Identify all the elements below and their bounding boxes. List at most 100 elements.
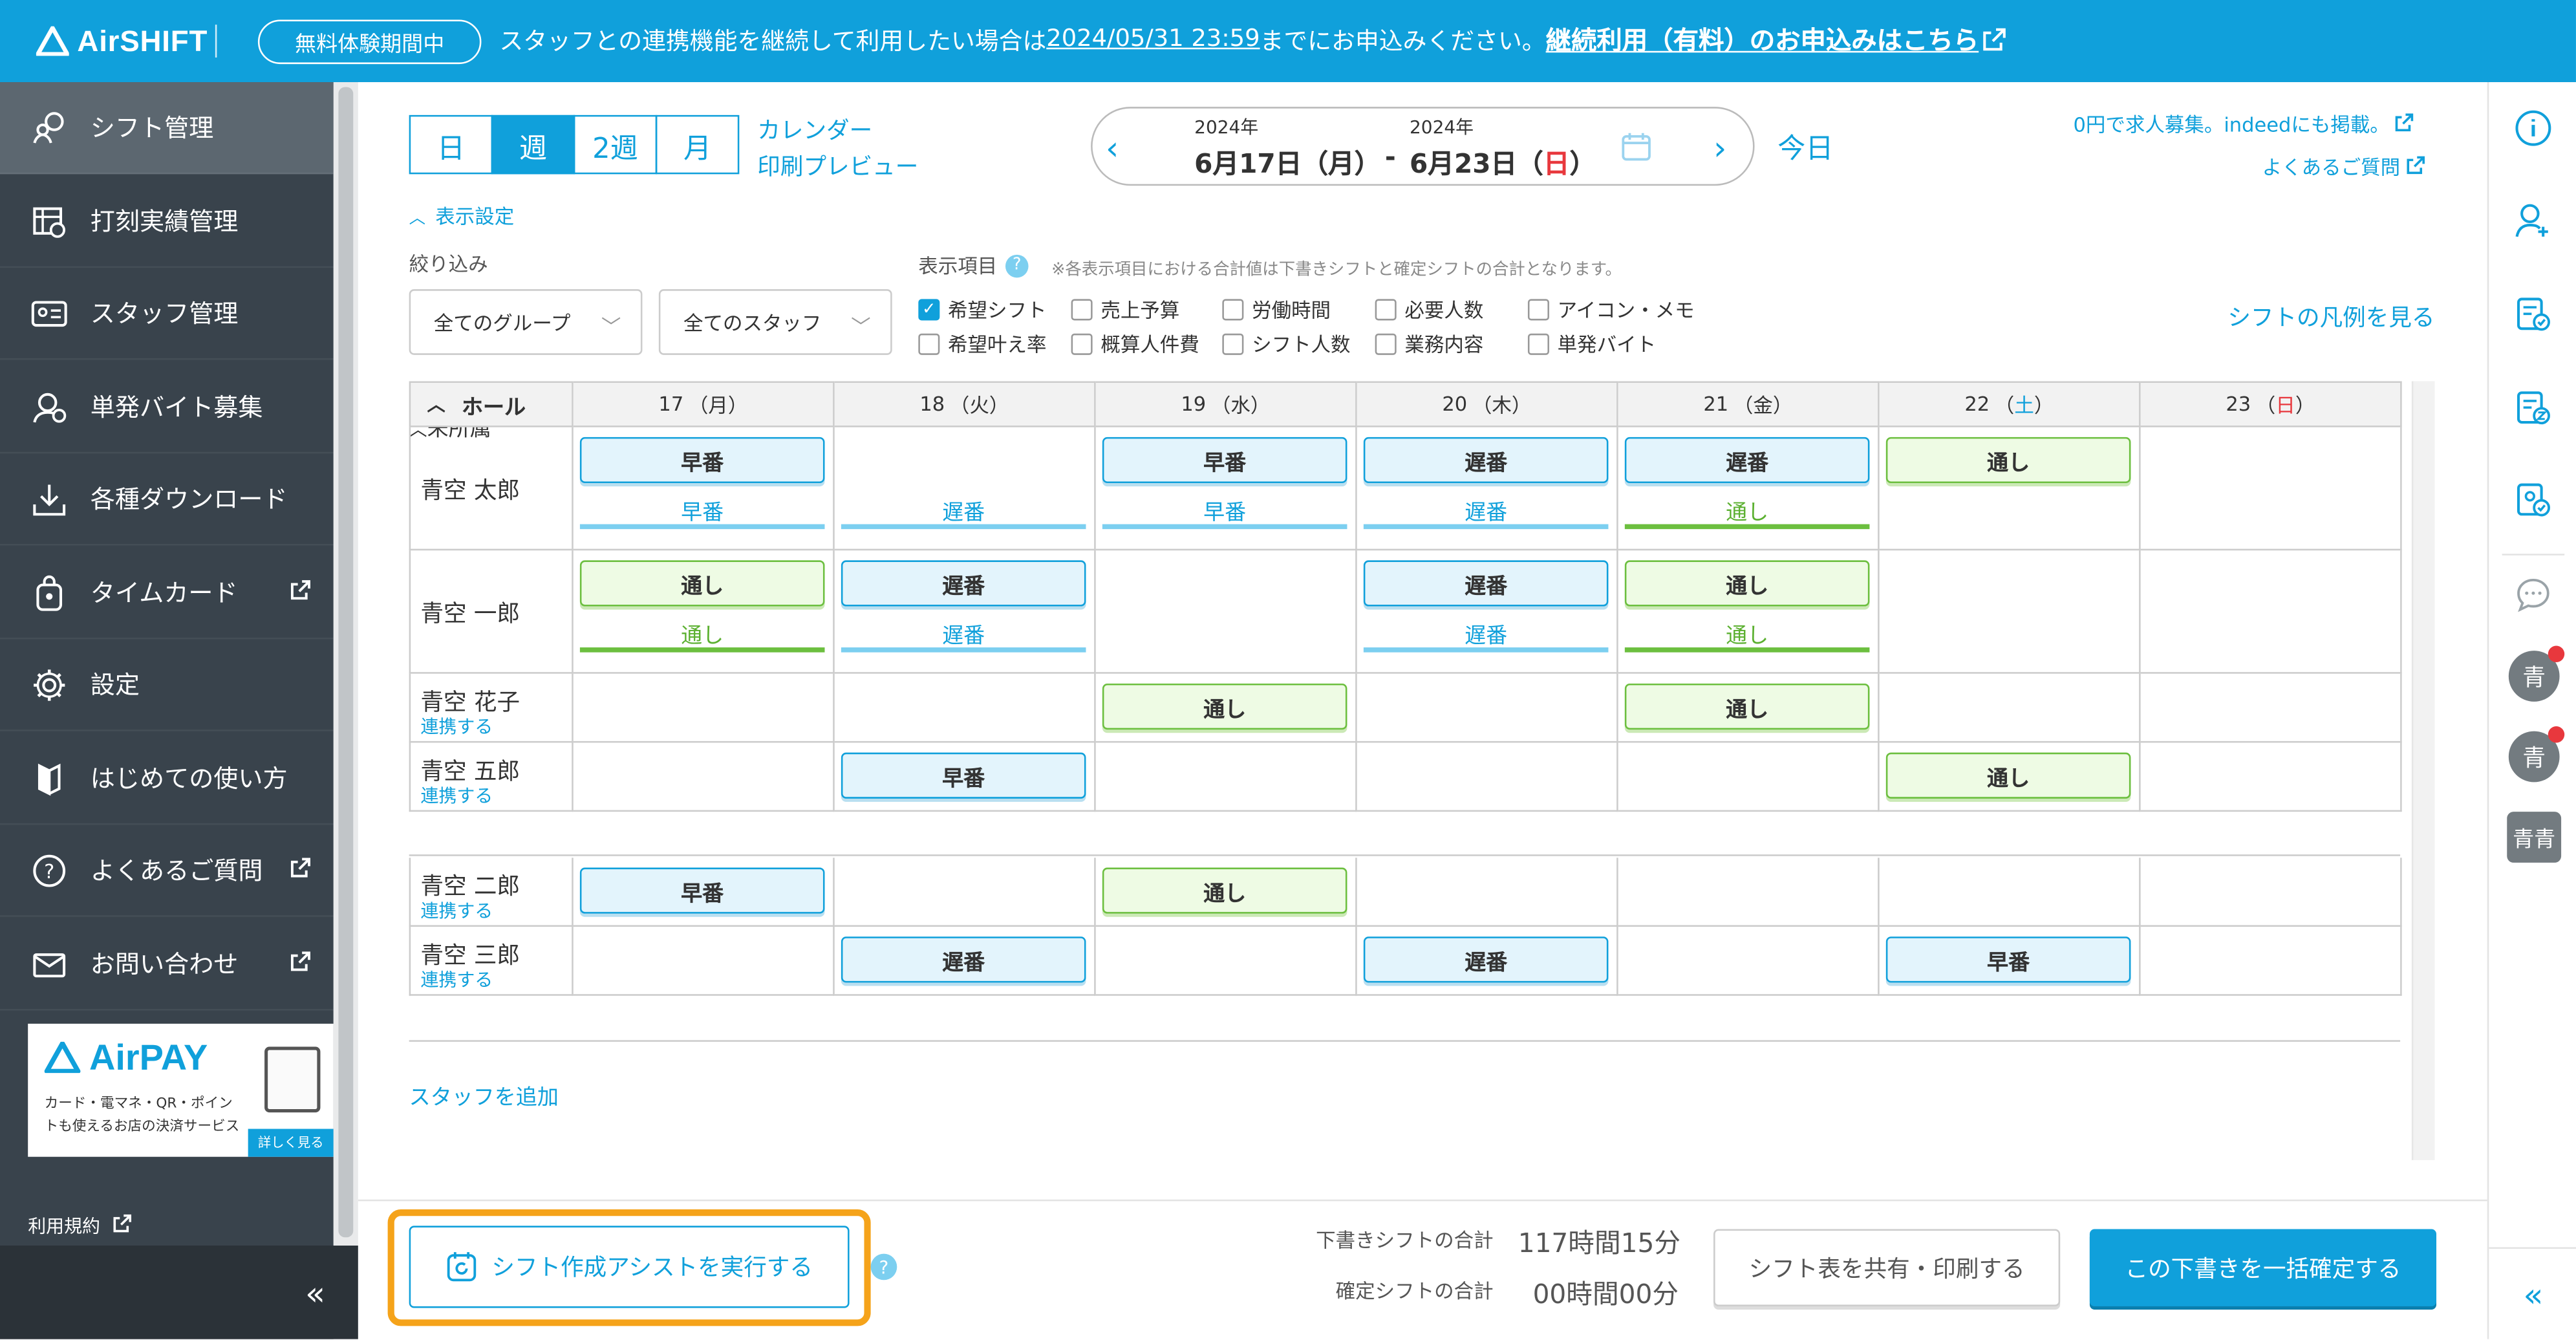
main-scrollbar[interactable] — [2411, 381, 2435, 1160]
draft-shift[interactable]: 通し — [1102, 683, 1347, 730]
checkbox-box[interactable] — [1375, 333, 1397, 355]
draft-shift[interactable]: 通し — [1624, 560, 1870, 607]
indeed-link[interactable]: 0円で求人募集。indeedにも掲載。 — [2073, 110, 2414, 138]
checkbox-box[interactable] — [1527, 299, 1549, 321]
link-staff-link[interactable]: 連携する — [420, 897, 493, 924]
display-checkbox-1[interactable]: 売上予算 — [1071, 296, 1179, 323]
draft-shift[interactable]: 早番 — [1885, 936, 2131, 983]
draft-shift[interactable]: 通し — [1885, 437, 2131, 483]
sidebar-item-recruit[interactable]: 単発バイト募集 — [0, 362, 334, 454]
shift-cell[interactable] — [1095, 742, 1357, 812]
date-range-picker[interactable]: ‹ 2024年 6月17日（月） - 2024年 6月23日（日） › — [1091, 107, 1755, 186]
display-checkbox-6[interactable]: 概算人件費 — [1071, 330, 1199, 358]
checkbox-box[interactable] — [1071, 299, 1093, 321]
draft-shift[interactable]: 遅番 — [841, 936, 1086, 983]
draft-shift[interactable]: 早番 — [841, 752, 1086, 799]
shift-cell[interactable] — [1879, 550, 2141, 674]
help-icon[interactable]: ? — [1005, 254, 1029, 277]
next-week-icon[interactable]: › — [1713, 128, 1726, 168]
sidebar-scrollbar-thumb[interactable] — [338, 87, 354, 1238]
sidebar-item-timesheet[interactable]: 打刻実績管理 — [0, 176, 334, 268]
calendar-link[interactable]: カレンダー — [757, 113, 872, 146]
sidebar-collapse-button[interactable]: « — [0, 1245, 358, 1339]
confirm-all-button[interactable]: この下書きを一括確定する — [2089, 1229, 2437, 1306]
shift-cell[interactable] — [2140, 742, 2402, 812]
help-icon[interactable]: ? — [870, 1253, 897, 1281]
sidebar-item-staff[interactable]: スタッフ管理 — [0, 268, 334, 360]
section-header-hall[interactable]: ︿ ホール — [409, 381, 574, 427]
info-icon[interactable] — [2510, 105, 2556, 151]
draft-shift[interactable]: 早番 — [579, 867, 825, 914]
checkbox-box[interactable]: ✓ — [918, 299, 940, 321]
shift-cell[interactable] — [2140, 427, 2402, 551]
view-2week-button[interactable]: 2週 — [573, 114, 658, 175]
display-checkbox-0[interactable]: ✓ 希望シフト — [918, 296, 1047, 323]
draft-shift[interactable]: 通し — [1624, 683, 1870, 730]
display-checkbox-2[interactable]: 労働時間 — [1222, 296, 1331, 323]
shift-cell[interactable] — [1879, 673, 2141, 743]
display-checkbox-5[interactable]: 希望叶え率 — [918, 330, 1047, 358]
shift-cell[interactable] — [2140, 673, 2402, 743]
display-checkbox-9[interactable]: 単発バイト — [1527, 330, 1656, 358]
shift-cell[interactable] — [1618, 742, 1880, 812]
shift-approved-icon[interactable] — [2510, 477, 2556, 523]
shift-cell[interactable] — [573, 673, 835, 743]
terms-link[interactable]: 利用規約 — [28, 1213, 131, 1239]
view-month-button[interactable]: 月 — [655, 114, 740, 175]
add-staff-link[interactable]: スタッフを追加 — [409, 1079, 559, 1110]
view-week-button[interactable]: 週 — [491, 114, 575, 175]
shift-cell[interactable] — [1618, 858, 1880, 927]
checkbox-box[interactable] — [1071, 333, 1093, 355]
calendar-icon[interactable] — [1620, 130, 1653, 169]
shift-pending-icon[interactable] — [2510, 385, 2556, 431]
link-staff-link[interactable]: 連携する — [420, 713, 493, 740]
airpay-banner[interactable]: AirPAY カード・電マネ・QR・ポイントも使えるお店の決済サービス 詳しく見… — [28, 1023, 334, 1157]
draft-shift[interactable]: 通し — [1885, 752, 2131, 799]
today-button[interactable]: 今日 — [1777, 125, 1833, 166]
sidebar-item-faq[interactable]: ? よくあるご質問 — [0, 825, 334, 917]
sidebar-item-timecard[interactable]: タイムカード — [0, 547, 334, 640]
draft-shift[interactable]: 遅番 — [1624, 437, 1870, 483]
prev-week-icon[interactable]: ‹ — [1106, 128, 1119, 168]
shift-cell[interactable] — [1357, 858, 1618, 927]
display-checkbox-3[interactable]: 必要人数 — [1375, 296, 1483, 323]
sidebar-item-download[interactable]: 各種ダウンロード — [0, 453, 334, 546]
draft-shift[interactable]: 早番 — [579, 437, 825, 483]
draft-shift[interactable]: 遅番 — [1363, 936, 1609, 983]
faq-link[interactable]: よくあるご質問 — [2262, 153, 2425, 180]
link-staff-link[interactable]: 連携する — [420, 966, 493, 993]
display-checkbox-7[interactable]: シフト人数 — [1222, 330, 1351, 358]
shift-cell[interactable] — [1357, 673, 1618, 743]
draft-shift[interactable]: 遅番 — [1363, 560, 1609, 607]
add-user-icon[interactable] — [2510, 197, 2556, 243]
group-select[interactable]: 全てのグループ ﹀ — [409, 289, 643, 355]
shift-cell[interactable] — [573, 927, 835, 996]
display-settings-toggle[interactable]: ︿ 表示設定 — [409, 202, 515, 230]
sidebar-item-shift[interactable]: シフト管理 — [0, 82, 334, 175]
chat-icon[interactable] — [2510, 572, 2556, 618]
sidebar-item-guide[interactable]: はじめての使い方 — [0, 733, 334, 825]
checkbox-box[interactable] — [918, 333, 940, 355]
shift-cell[interactable] — [834, 858, 1096, 927]
shift-cell[interactable] — [1095, 550, 1357, 674]
shift-cell[interactable] — [1879, 858, 2141, 927]
checkbox-box[interactable] — [1222, 299, 1244, 321]
draft-shift[interactable]: 通し — [1102, 867, 1347, 914]
checkbox-box[interactable] — [1527, 333, 1549, 355]
view-day-button[interactable]: 日 — [409, 114, 493, 175]
staff-avatar[interactable]: 青 — [2508, 645, 2565, 702]
staff-select[interactable]: 全てのスタッフ ﹀ — [658, 289, 892, 355]
print-preview-link[interactable]: 印刷プレビュー — [757, 149, 918, 182]
legend-link[interactable]: シフトの凡例を見る — [2227, 301, 2434, 334]
shift-check-icon[interactable] — [2510, 291, 2556, 337]
staff-group-avatar[interactable]: 青青 — [2507, 812, 2562, 863]
draft-shift[interactable]: 通し — [579, 560, 825, 607]
draft-shift[interactable]: 早番 — [1102, 437, 1347, 483]
airpay-more-button[interactable]: 詳しく見る — [248, 1129, 334, 1157]
shift-cell[interactable] — [2140, 550, 2402, 674]
shift-cell[interactable] — [2140, 858, 2402, 927]
staff-avatar[interactable]: 青 — [2508, 726, 2565, 783]
shift-assist-button[interactable]: シフト作成アシストを実行する — [409, 1226, 850, 1308]
subscribe-link[interactable]: 継続利用（有料）のお申込みはこちら — [1546, 21, 1979, 58]
sidebar-item-settings[interactable]: 設定 — [0, 639, 334, 731]
